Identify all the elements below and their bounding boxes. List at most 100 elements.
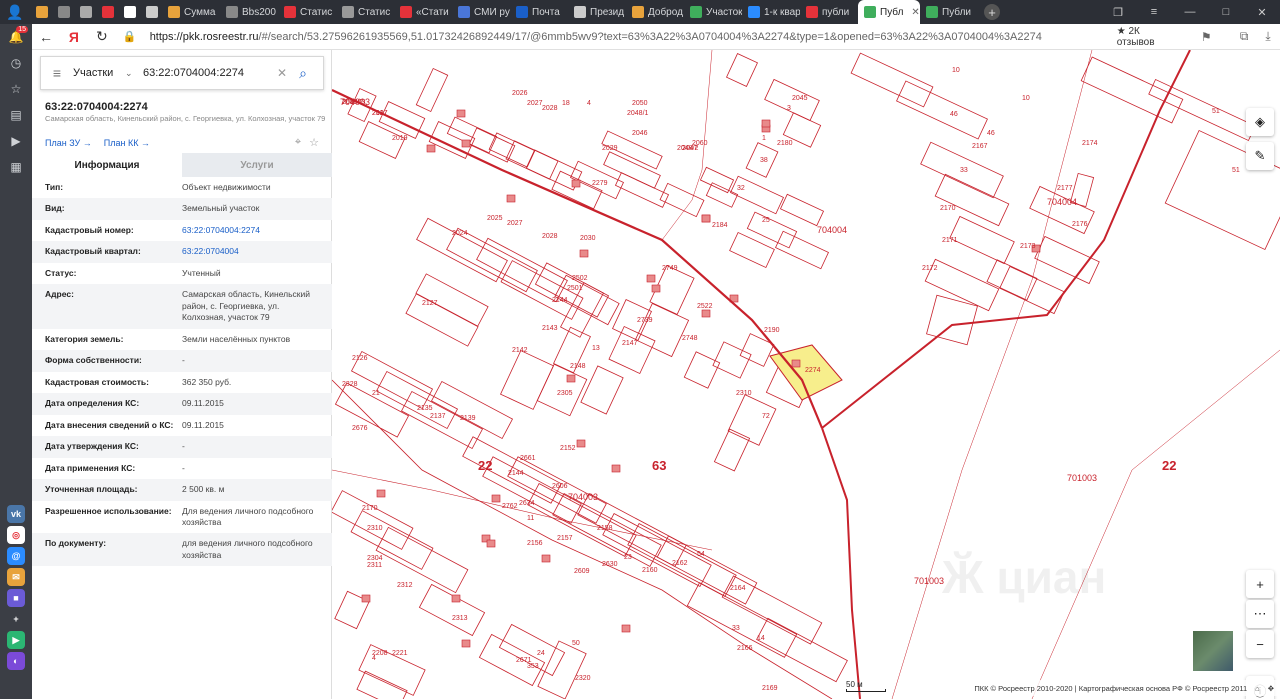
parcel-label: 2028 [542, 233, 558, 240]
tab-19[interactable]: Публи [920, 0, 978, 24]
play-icon[interactable]: ▶ [0, 128, 32, 154]
more-button[interactable]: ⋯ [1246, 600, 1274, 628]
parcel-outline [608, 325, 656, 375]
notes-icon[interactable]: ▤ [0, 102, 32, 128]
search-type-select[interactable]: Участки [73, 67, 125, 79]
close-window-icon[interactable]: ✕ [1244, 0, 1280, 24]
parcel-label: 2310 [736, 390, 752, 397]
parcel-label: 2139 [460, 415, 476, 422]
tab-14[interactable]: Доброд [626, 0, 684, 24]
parcel-label: 2180 [777, 140, 793, 147]
mail-at-icon[interactable]: @ [7, 547, 25, 565]
building [651, 284, 661, 293]
tab-services[interactable]: Услуги [182, 153, 332, 177]
reload-icon[interactable]: ↻ [88, 28, 116, 45]
tab-11[interactable]: СМИ ру [452, 0, 510, 24]
search-icon[interactable]: ⌕ [291, 65, 315, 82]
quarter-label: 704003 [568, 492, 598, 502]
property-key: Форма собственности: [45, 355, 142, 366]
tab-12[interactable]: Почта [510, 0, 568, 24]
zoom-out-button[interactable]: − [1246, 630, 1274, 658]
minimize-icon[interactable]: — [1172, 0, 1208, 24]
tab-3[interactable] [96, 0, 118, 24]
layers-icon[interactable]: ◈ [1246, 108, 1274, 136]
tab-information[interactable]: Информация [32, 153, 182, 177]
tab-10[interactable]: «Стати [394, 0, 452, 24]
parcel-label: 2739 [637, 317, 653, 324]
building [611, 464, 621, 473]
tab-2[interactable] [74, 0, 96, 24]
tab-16[interactable]: 1-к квар [742, 0, 800, 24]
lock-icon[interactable]: 🔒 [116, 30, 144, 43]
tab-7[interactable]: Bbs200 [220, 0, 278, 24]
search-input[interactable] [143, 67, 273, 79]
home-icon[interactable]: ⌂ [1255, 684, 1260, 693]
bookmark-icon[interactable]: ⚑ [1194, 30, 1218, 44]
parcel-label: 25 [762, 217, 770, 224]
plan-kk-link[interactable]: План КК → [104, 138, 150, 148]
tab-5[interactable] [140, 0, 162, 24]
tab-9[interactable]: Статис [336, 0, 394, 24]
property-key: Категория земель: [45, 333, 124, 344]
url-field[interactable]: https://pkk.rosreestr.ru/#/search/53.275… [150, 31, 1107, 43]
download-icon[interactable]: ⤓ [1256, 29, 1280, 44]
reviews-badge[interactable]: ★ 2К отзывов [1117, 26, 1181, 48]
parcel-label: 2221 [392, 650, 408, 657]
menu-icon[interactable]: ≡ [1136, 0, 1172, 24]
basemap-thumbnail[interactable] [1192, 630, 1234, 672]
tab-18[interactable]: Публ ✕ [858, 0, 920, 24]
property-value: Земли населённых пунктов [182, 333, 291, 344]
chevron-down-icon[interactable]: ⌄ [125, 68, 143, 79]
parcel-label: 2173 [1020, 243, 1036, 250]
cadastral-map[interactable]: 704003 2017 2019 2026 2027 2028 18 4 2029 2279 205… [332, 50, 1280, 699]
app-icon[interactable]: ◎ [7, 526, 25, 544]
tab-4[interactable] [118, 0, 140, 24]
clear-icon[interactable]: ✕ [273, 66, 291, 80]
locate-icon[interactable]: ⌖ [295, 136, 301, 149]
history-icon[interactable]: ◷ [0, 50, 32, 76]
close-tab-icon[interactable]: ✕ [911, 7, 919, 18]
tab-15[interactable]: Участок [684, 0, 742, 24]
bookmarks-icon[interactable]: ☆ [0, 76, 32, 102]
property-value[interactable]: 63:22:0704004:2274 [182, 225, 322, 236]
profile-icon[interactable]: 👤 [0, 0, 30, 24]
store-icon[interactable]: ▶ [7, 631, 25, 649]
bell-icon[interactable]: 🔔 15 [0, 24, 32, 50]
tab-6[interactable]: Сумма [162, 0, 220, 24]
zoom-in-button[interactable]: + [1246, 570, 1274, 598]
parcel-label: 50 [572, 640, 580, 647]
mail-icon[interactable]: ✉ [7, 568, 25, 586]
menu-burger-icon[interactable]: ≡ [41, 65, 73, 81]
parcel-label: 2144 [552, 297, 568, 304]
property-value[interactable]: 63:22:0704004 [182, 246, 322, 257]
alice-icon[interactable]: ◐ [7, 652, 25, 670]
map-canvas[interactable]: 7040032017201920262027202818 420292279205… [332, 50, 1280, 699]
quarter-label: 704004 [1047, 197, 1077, 207]
tab-1[interactable] [52, 0, 74, 24]
tab-8[interactable]: Статис [278, 0, 336, 24]
building [571, 179, 581, 188]
fullscreen-icon[interactable]: ✥ [1268, 684, 1274, 693]
yandex-icon[interactable]: Я [60, 29, 88, 45]
tab-0[interactable] [30, 0, 52, 24]
vk-icon[interactable]: vk [7, 505, 25, 523]
messenger-icon[interactable]: ■ [7, 589, 25, 607]
back-icon[interactable]: ← [32, 29, 60, 45]
calendar-icon[interactable]: ▦ [0, 154, 32, 180]
parcel-label: 21 [372, 390, 380, 397]
parcel-label: 18 [562, 100, 570, 107]
tab-13[interactable]: Презид [568, 0, 626, 24]
parcel-label: 2167 [972, 143, 988, 150]
translate-icon[interactable]: ⧉ [1232, 29, 1256, 44]
collections-icon[interactable]: ❐ [1100, 0, 1136, 24]
property-row: Адрес: Самарская область, Кинельский райо… [32, 284, 332, 329]
tab-17[interactable]: публи [800, 0, 858, 24]
ruler-icon[interactable]: ✎ [1246, 142, 1274, 170]
favorite-star-icon[interactable]: ☆ [309, 136, 319, 149]
plan-zu-link[interactable]: План ЗУ → [45, 138, 92, 148]
add-app-icon[interactable]: + [7, 610, 25, 628]
property-value: 09.11.2015 [182, 419, 224, 430]
new-tab-button[interactable]: + [984, 4, 1000, 20]
maximize-icon[interactable]: □ [1208, 0, 1244, 24]
property-key: Разрешенное использование: [45, 505, 172, 516]
